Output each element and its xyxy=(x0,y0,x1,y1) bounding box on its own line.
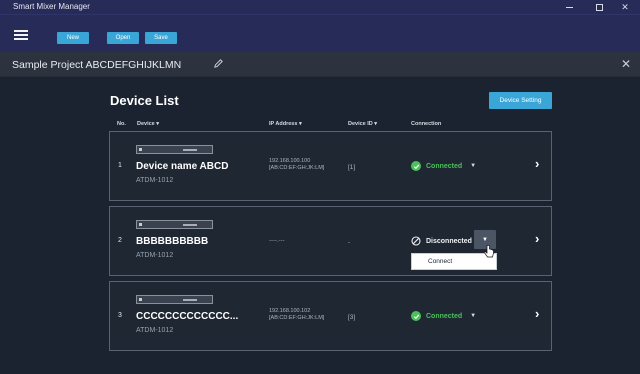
connection-status[interactable]: Connected ▼ xyxy=(411,161,476,171)
toolbar: New Open Save xyxy=(0,14,640,52)
device-row[interactable]: 3 CCCCCCCCCCCCC... ATDM-1012 192.168.100… xyxy=(109,281,552,351)
connection-status-label: Connected xyxy=(426,162,463,170)
ip-address: 192.168.100.102 [AB:CD:EF:GH:JK:LM] xyxy=(269,308,324,322)
maximize-icon xyxy=(595,3,603,11)
close-icon: ✕ xyxy=(621,1,629,12)
project-title: Sample Project ABCDEFGHIJKLMN xyxy=(12,59,182,71)
row-number: 1 xyxy=(118,162,122,169)
chevron-down-icon[interactable]: ▼ xyxy=(470,163,476,169)
row-number: 2 xyxy=(118,237,122,244)
column-header-device-id[interactable]: Device ID ▾ xyxy=(348,121,377,127)
connection-status[interactable]: Disconnected xyxy=(411,236,472,246)
chevron-down-icon: ▼ xyxy=(482,236,488,243)
column-header-no: No. xyxy=(117,121,126,127)
device-row[interactable]: 1 Device name ABCD ATDM-1012 192.168.100… xyxy=(109,131,552,201)
ip-address: 192.168.100.100 [AB:CD:EF:GH:JK:LM] xyxy=(269,158,324,172)
project-header: Sample Project ABCDEFGHIJKLMN ✕ xyxy=(0,52,640,77)
mac-address-value: [AB:CD:EF:GH:JK:LM] xyxy=(269,315,325,321)
hand-cursor-icon xyxy=(483,245,494,258)
device-image xyxy=(136,145,213,154)
device-id: [3] xyxy=(348,314,356,321)
minimize-icon xyxy=(565,6,573,8)
column-header-ip[interactable]: IP Address ▾ xyxy=(269,121,302,127)
device-model: ATDM-1012 xyxy=(136,252,174,259)
ip-address-value: 192.168.100.102 xyxy=(269,308,311,314)
column-header-device[interactable]: Device ▾ xyxy=(137,121,159,127)
close-project-icon[interactable]: ✕ xyxy=(621,57,631,71)
device-model: ATDM-1012 xyxy=(136,327,174,334)
device-image xyxy=(136,295,213,304)
device-name: Device name ABCD xyxy=(136,161,229,172)
hamburger-icon[interactable] xyxy=(14,30,28,40)
window-close-button[interactable]: ✕ xyxy=(614,0,636,14)
mac-address-value: [AB:CD:EF:GH:JK:LM] xyxy=(269,165,325,171)
pencil-icon[interactable] xyxy=(213,58,224,69)
disconnected-icon xyxy=(411,236,421,246)
device-name: CCCCCCCCCCCCC... xyxy=(136,311,239,322)
ip-address-value: 192.168.100.100 xyxy=(269,158,311,164)
chevron-right-icon[interactable]: › xyxy=(535,231,539,246)
connection-status-label: Disconnected xyxy=(426,237,472,245)
device-id: [1] xyxy=(348,164,356,171)
new-button[interactable]: New xyxy=(57,32,89,44)
title-bar: Smart Mixer Manager ✕ xyxy=(0,0,640,14)
minimize-button[interactable] xyxy=(558,0,580,14)
connection-status[interactable]: Connected ▼ xyxy=(411,311,476,321)
device-name: BBBBBBBBBB xyxy=(136,236,209,247)
ip-address: ----.--- xyxy=(269,238,285,244)
page-title: Device List xyxy=(110,93,179,108)
check-icon xyxy=(411,311,421,321)
device-model: ATDM-1012 xyxy=(136,177,174,184)
connection-status-label: Connected xyxy=(426,312,463,320)
chevron-right-icon[interactable]: › xyxy=(535,306,539,321)
check-icon xyxy=(411,161,421,171)
open-button[interactable]: Open xyxy=(107,32,139,44)
chevron-down-icon[interactable]: ▼ xyxy=(470,313,476,319)
device-setting-button[interactable]: Device Setting xyxy=(489,92,552,109)
app-title: Smart Mixer Manager xyxy=(13,2,90,11)
save-button[interactable]: Save xyxy=(145,32,177,44)
row-number: 3 xyxy=(118,312,122,319)
menu-item-connect[interactable]: Connect xyxy=(428,258,452,265)
device-image xyxy=(136,220,213,229)
chevron-right-icon[interactable]: › xyxy=(535,156,539,171)
device-id: - xyxy=(348,239,351,246)
maximize-button[interactable] xyxy=(588,0,610,14)
column-header-connection: Connection xyxy=(411,121,442,127)
